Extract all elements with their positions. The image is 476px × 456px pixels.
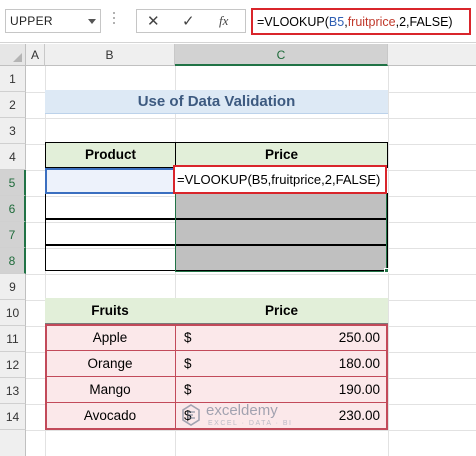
formula-buttons: ✕ ✓ fx xyxy=(136,9,246,33)
table1-cell-product[interactable] xyxy=(45,193,176,219)
cancel-icon[interactable]: ✕ xyxy=(147,12,160,30)
row-header-9[interactable]: 9 xyxy=(0,274,26,300)
column-header-a[interactable]: A xyxy=(26,44,45,66)
formula-bar: UPPER ✕ ✓ fx =VLOOKUP(B5,fruitprice,2,FA… xyxy=(0,0,476,43)
active-cell-b5[interactable] xyxy=(45,168,175,194)
fruit-name[interactable]: Apple xyxy=(45,330,175,345)
column-header-b[interactable]: B xyxy=(45,44,175,66)
exceldemy-watermark: exceldemy EXCEL · DATA · BI xyxy=(182,402,322,434)
resize-handle[interactable] xyxy=(113,12,116,30)
selection-range xyxy=(175,194,387,272)
cell-edit-text: =VLOOKUP(B5,fruitprice,2,FALSE) xyxy=(177,172,381,187)
gridline xyxy=(26,274,476,275)
price-value[interactable]: 180.00 xyxy=(300,356,380,371)
row-header-1[interactable]: 1 xyxy=(0,66,26,92)
row-header-2[interactable]: 2 xyxy=(0,92,26,118)
table1-cell-product[interactable] xyxy=(45,219,176,245)
row-header-4[interactable]: 4 xyxy=(0,144,26,170)
insert-function-icon[interactable]: fx xyxy=(219,13,228,29)
row-header-5[interactable]: 5 xyxy=(0,170,26,196)
currency-symbol: $ xyxy=(184,382,192,397)
formula-input[interactable]: =VLOOKUP(B5,fruitprice,2,FALSE) xyxy=(251,8,471,35)
worksheet-grid[interactable]: A B C 1 2 3 4 5 6 7 8 9 10 11 12 13 14 U… xyxy=(0,44,476,456)
table1-cell-product[interactable] xyxy=(45,245,176,271)
fruit-name[interactable]: Orange xyxy=(45,356,175,371)
table2-header-fruits[interactable]: Fruits xyxy=(45,298,175,324)
currency-symbol: $ xyxy=(184,356,192,371)
name-box[interactable]: UPPER xyxy=(5,9,101,33)
formula-text: =VLOOKUP(B5,fruitprice,2,FALSE) xyxy=(257,15,453,29)
watermark-brand: exceldemy xyxy=(206,402,278,419)
price-value[interactable]: 250.00 xyxy=(300,330,380,345)
table2-header-price[interactable]: Price xyxy=(175,298,388,324)
row-header-14[interactable]: 14 xyxy=(0,404,26,430)
formula-ref-b5: B5 xyxy=(328,15,345,29)
row-header-11[interactable]: 11 xyxy=(0,326,26,352)
column-divider xyxy=(175,324,176,430)
table1-header-product[interactable]: Product xyxy=(45,142,176,168)
check-icon[interactable]: ✓ xyxy=(182,12,195,30)
currency-symbol: $ xyxy=(184,330,192,345)
watermark-tagline: EXCEL · DATA · BI xyxy=(208,420,293,427)
price-value[interactable]: 190.00 xyxy=(300,382,380,397)
fruit-name[interactable]: Avocado xyxy=(45,408,175,423)
chevron-down-icon[interactable] xyxy=(88,19,96,24)
row-header-15[interactable] xyxy=(0,430,26,456)
row-header-6[interactable]: 6 xyxy=(0,196,26,222)
column-header-c[interactable]: C xyxy=(175,44,388,66)
row-header-3[interactable]: 3 xyxy=(0,118,26,144)
row-header-10[interactable]: 10 xyxy=(0,300,26,326)
name-box-value: UPPER xyxy=(10,14,53,28)
row-header-12[interactable]: 12 xyxy=(0,352,26,378)
row-header-7[interactable]: 7 xyxy=(0,222,26,248)
exceldemy-logo-icon xyxy=(182,404,200,426)
fruit-name[interactable]: Mango xyxy=(45,382,175,397)
select-all-button[interactable] xyxy=(0,44,26,66)
formula-ref-fruitprice: fruitprice xyxy=(347,15,396,29)
gridline xyxy=(388,66,389,456)
row-header-13[interactable]: 13 xyxy=(0,378,26,404)
row-divider xyxy=(45,376,388,377)
sheet-title[interactable]: Use of Data Validation xyxy=(45,90,388,114)
fill-handle[interactable] xyxy=(384,268,389,273)
gridline xyxy=(26,118,476,119)
row-divider xyxy=(45,350,388,351)
cell-edit-box[interactable]: =VLOOKUP(B5,fruitprice,2,FALSE) xyxy=(173,165,387,194)
column-header-d[interactable] xyxy=(388,44,476,66)
row-header-8[interactable]: 8 xyxy=(0,248,26,274)
